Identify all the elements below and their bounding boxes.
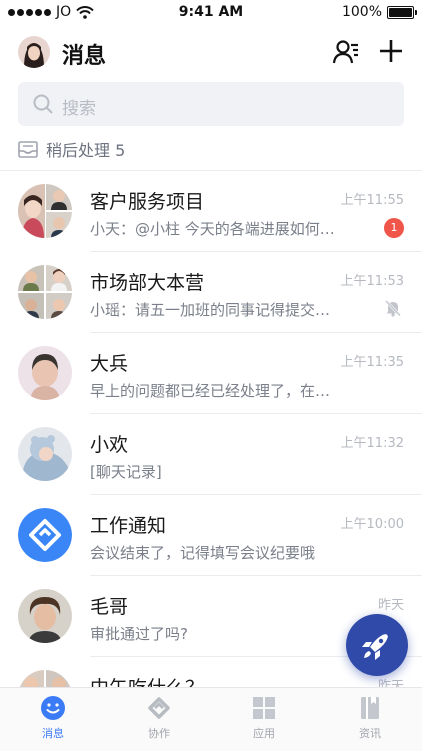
add-icon[interactable] — [376, 36, 406, 66]
status-bar: JO 9:41 AM 100% — [0, 0, 422, 24]
muted-bell-icon — [385, 300, 401, 317]
chat-smile-icon — [41, 696, 65, 720]
conversation-name: 小欢 — [90, 434, 129, 456]
apps-grid-icon — [253, 697, 275, 719]
tab-label: 资讯 — [359, 727, 381, 740]
search-placeholder: 搜索 — [62, 99, 96, 119]
battery-icon — [387, 5, 417, 19]
conversation-time: 昨天 — [377, 598, 404, 613]
conversation-preview: 小瑶：请五一加班的同事记得提交… — [90, 301, 331, 319]
tab-messages[interactable]: 消息 — [23, 694, 83, 741]
tab-apps[interactable]: 应用 — [234, 694, 294, 741]
rocket-icon — [362, 634, 388, 660]
work-notice-icon — [18, 508, 72, 562]
conversation-time: 上午11:32 — [340, 436, 404, 451]
nav-bar: 消息 — [0, 30, 422, 76]
collaboration-icon — [148, 697, 170, 719]
conversation-preview: 会议结束了，记得填写会议纪要哦 — [90, 544, 316, 562]
conversation-row[interactable]: 小欢 [聊天记录] 上午11:32 — [0, 414, 422, 495]
group-avatar — [18, 184, 72, 238]
tab-news[interactable]: 资讯 — [340, 694, 400, 741]
unread-badge: 1 — [384, 218, 404, 238]
tab-collaboration[interactable]: 协作 — [129, 694, 189, 741]
avatar — [18, 589, 72, 643]
avatar — [18, 427, 72, 481]
conversation-time: 上午11:53 — [340, 274, 404, 289]
conversation-row[interactable]: 工作通知 会议结束了，记得填写会议纪要哦 上午10:00 — [0, 495, 422, 576]
battery-percent: 100% — [341, 4, 382, 20]
conversation-name: 毛哥 — [90, 596, 129, 618]
conversation-name: 市场部大本营 — [90, 272, 205, 294]
conversation-time: 上午10:00 — [340, 517, 404, 532]
later-label: 稍后处理 5 — [46, 141, 126, 160]
tab-label: 协作 — [148, 727, 170, 740]
tray-icon — [18, 141, 38, 158]
status-right: 100% — [341, 4, 417, 20]
conversation-row[interactable]: 客户服务项目 小天：@小柱 今天的各端进展如何… 上午11:55 1 — [0, 171, 422, 252]
conversation-preview: 审批通过了吗? — [90, 625, 188, 643]
conversation-name: 工作通知 — [90, 515, 167, 537]
conversation-time: 上午11:35 — [340, 355, 404, 370]
news-book-icon — [361, 697, 379, 719]
tab-bar: 消息 协作 应用 资讯 — [0, 687, 422, 751]
conversation-time: 上午11:55 — [340, 193, 404, 208]
conversation-name: 客户服务项目 — [90, 191, 205, 213]
later-item[interactable]: 稍后处理 5 — [18, 136, 125, 162]
search-input[interactable]: 搜索 — [18, 82, 404, 126]
conversation-row[interactable]: 大兵 早上的问题都已经已经处理了，在… 上午11:35 — [0, 333, 422, 414]
conversation-preview: [聊天记录] — [90, 463, 162, 481]
conversation-row[interactable]: 市场部大本营 小瑶：请五一加班的同事记得提交… 上午11:53 — [0, 252, 422, 333]
conversation-name: 大兵 — [90, 353, 129, 375]
quick-action-button[interactable] — [346, 614, 408, 676]
tab-label: 应用 — [253, 727, 275, 740]
conversation-preview: 小天：@小柱 今天的各端进展如何… — [90, 220, 335, 238]
search-icon — [33, 94, 53, 114]
page-title: 消息 — [62, 44, 107, 69]
group-avatar — [18, 265, 72, 319]
contacts-icon[interactable] — [332, 38, 360, 66]
tab-label: 消息 — [42, 727, 64, 740]
avatar — [18, 346, 72, 400]
conversation-preview: 早上的问题都已经已经处理了，在… — [90, 382, 331, 400]
profile-avatar[interactable] — [18, 36, 50, 68]
